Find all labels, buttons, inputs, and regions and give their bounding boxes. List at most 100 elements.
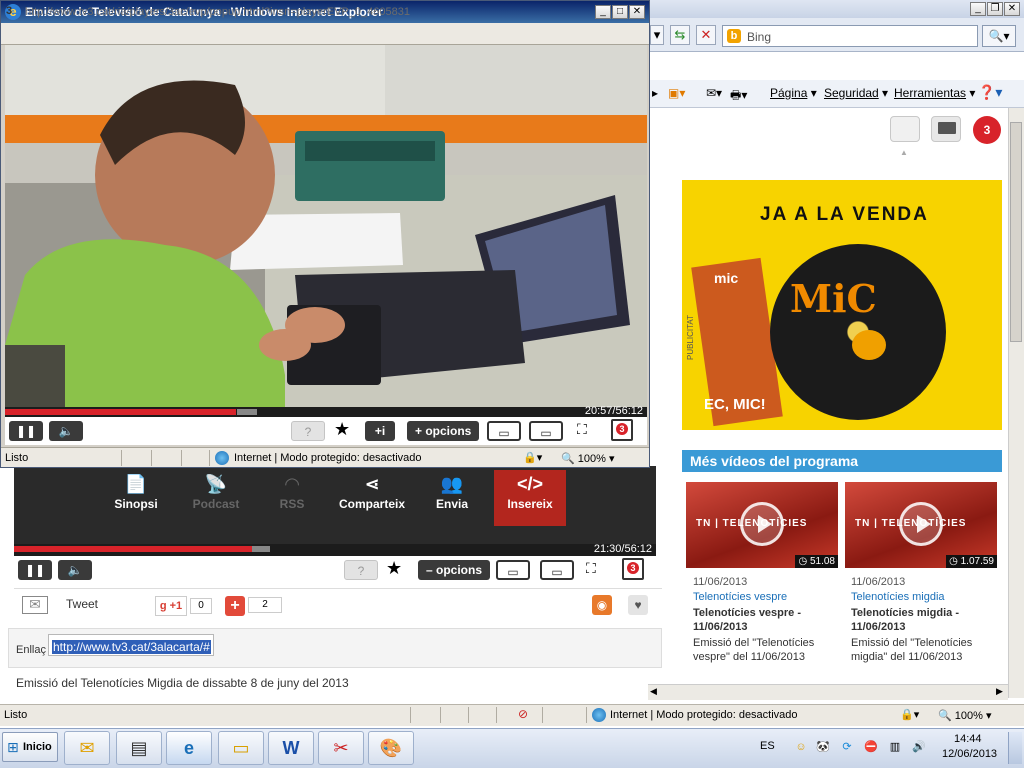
video-frame[interactable] [5, 45, 647, 407]
zoom-control[interactable]: 🔍 100% ▾ [938, 709, 991, 722]
horizontal-scrollbar[interactable] [648, 684, 1008, 700]
comparteix-button[interactable]: ⋖ Comparteix [336, 470, 408, 526]
security-menu[interactable]: Seguridad ▾ [824, 86, 888, 100]
rss-button[interactable]: ◠ RSS [256, 470, 328, 526]
refresh-icon[interactable]: ⇆ [670, 25, 690, 45]
popup-address-bar[interactable] [1, 23, 649, 45]
close-button[interactable]: ✕ [1004, 2, 1020, 16]
popup-help-button[interactable]: ? [291, 421, 325, 441]
rss-icon[interactable]: ◉ [592, 595, 612, 615]
tools-menu[interactable]: Herramientas ▾ [894, 86, 975, 100]
link-value[interactable]: http://www.tv3.cat/3alacarta/# [52, 640, 211, 654]
search-button[interactable]: 🔍▾ [982, 25, 1016, 47]
popup-favorite-icon[interactable]: ★ [334, 419, 350, 440]
scrollbar-thumb[interactable] [1010, 122, 1022, 342]
volume-button[interactable]: 🔈 [58, 560, 92, 580]
scroll-right-icon[interactable]: ▶ [996, 686, 1003, 697]
popup-volume-button[interactable]: 🔈 [49, 421, 83, 441]
pip-button[interactable]: ▭ [496, 560, 530, 580]
wide-button[interactable]: ▭ [540, 560, 574, 580]
popup-pip-button[interactable]: ▭ [487, 421, 521, 441]
taskbar-app-icon[interactable]: ▤ [116, 731, 162, 765]
print-icon[interactable]: 🖶▾ [730, 86, 747, 107]
underlying-progress-bar[interactable]: 21:30/56:12 [14, 543, 656, 556]
language-indicator[interactable]: ES [760, 740, 775, 752]
mail-icon[interactable]: ✉ [22, 596, 48, 614]
popup-pause-button[interactable]: ❚❚ [9, 421, 43, 441]
search-box[interactable]: b Bing [722, 25, 978, 47]
help-icon[interactable]: ❓▾ [978, 84, 1002, 101]
tweet-button[interactable]: Tweet [66, 597, 98, 611]
popup-tv3-button-icon[interactable] [611, 419, 633, 441]
popup-close-button[interactable]: ✕ [629, 5, 645, 19]
restore-button[interactable]: ❐ [987, 2, 1003, 16]
taskbar-explorer-icon[interactable]: ▭ [218, 731, 264, 765]
google-plus-button[interactable]: g +1 [155, 596, 187, 616]
time-display: 21:30/56:12 [593, 543, 652, 555]
progress-fill [5, 409, 237, 415]
video-thumbnail[interactable]: TN | TELENOTÍCIES ◷ 51.08 [686, 482, 838, 568]
taskbar-word-icon[interactable]: W [268, 731, 314, 765]
popup-maximize-button[interactable]: □ [612, 5, 628, 19]
minimize-button[interactable]: _ [970, 2, 986, 16]
video-title-link[interactable]: Telenotícies migdia - 11/06/2013 [851, 606, 981, 634]
video-program-link[interactable]: Telenotícies vespre [693, 591, 787, 603]
heart-icon[interactable]: ♥ [628, 595, 648, 615]
insereix-button[interactable]: </> Insereix [494, 470, 566, 526]
tv3-logo-icon[interactable]: 3 [973, 116, 1001, 144]
plus-share-icon[interactable]: + [225, 596, 245, 616]
popup-wide-button[interactable]: ▭ [529, 421, 563, 441]
tv3-favicon-icon: 3 [6, 5, 13, 17]
scroll-left-icon[interactable]: ◀ [650, 686, 657, 697]
clock-date[interactable]: 12/06/2013 [942, 748, 997, 760]
taskbar-snipping-icon[interactable]: ✂ [318, 731, 364, 765]
popup-opcions-button[interactable]: + opcions [407, 421, 480, 441]
popup-info-button[interactable]: +i [365, 421, 395, 441]
tray-panda-icon[interactable]: 🐼 [814, 738, 832, 756]
opcions-button[interactable]: – opcions [418, 560, 491, 580]
fullscreen-icon[interactable]: ⛶ [586, 560, 596, 577]
tray-sync-icon[interactable]: ⟳ [838, 738, 856, 756]
video-title-link[interactable]: Telenotícies vespre - 11/06/2013 [693, 606, 823, 634]
taskbar-outlook-icon[interactable]: ✉ [64, 731, 110, 765]
play-icon[interactable] [899, 502, 943, 546]
popup-protected-mode-icon[interactable]: 🔒▾ [523, 451, 542, 464]
popup-progress-bar[interactable]: 20:57/56:12 [5, 405, 647, 417]
search-input[interactable]: Bing [747, 30, 771, 44]
popup-blocked-icon[interactable]: ⊘ [518, 707, 528, 721]
podcast-button[interactable]: 📡 Podcast [180, 470, 252, 526]
list-view-icon[interactable] [890, 116, 920, 142]
favorite-icon[interactable]: ★ [386, 558, 402, 579]
address-dropdown-icon[interactable]: ▾ [650, 25, 664, 45]
video-thumbnail[interactable]: TN | TELENOTÍCIES ◷ 1.07.59 [845, 482, 997, 568]
show-desktop-button[interactable] [1008, 732, 1022, 764]
chevron-left-icon[interactable]: ▸ [652, 86, 658, 100]
stop-icon[interactable]: ✕ [696, 25, 716, 45]
page-menu[interactable]: Página ▾ [770, 86, 817, 100]
taskbar-ie-icon[interactable]: e [166, 731, 212, 765]
popup-zoom-control[interactable]: 🔍 100% ▾ [561, 452, 614, 465]
popup-zone-text[interactable]: Internet | Modo protegido: desactivado [234, 452, 422, 464]
tv3-button-icon[interactable] [622, 558, 644, 580]
zone-text[interactable]: Internet | Modo protegido: desactivado [610, 709, 798, 721]
tray-network-icon[interactable]: ▥ [886, 738, 904, 756]
start-button[interactable]: ⊞ Inicio [2, 732, 58, 762]
sinopsi-button[interactable]: 📄 Sinopsi [100, 470, 172, 526]
taskbar-paint-icon[interactable]: 🎨 [368, 731, 414, 765]
tray-smiley-icon[interactable]: ☺ [792, 738, 810, 756]
mail-icon[interactable]: ✉▾ [706, 86, 722, 100]
popup-url[interactable]: http://www.tv3.cat/ria/players/3ac/evp/p… [25, 6, 410, 18]
rss-feed-icon[interactable]: ▣▾ [668, 86, 685, 100]
tray-volume-icon[interactable]: 🔊 [910, 738, 928, 756]
clock-time[interactable]: 14:44 [954, 733, 982, 745]
protected-mode-icon[interactable]: 🔒▾ [900, 708, 919, 721]
help-button[interactable]: ? [344, 560, 378, 580]
popup-minimize-button[interactable]: _ [595, 5, 611, 19]
pause-button[interactable]: ❚❚ [18, 560, 52, 580]
popup-fullscreen-icon[interactable]: ⛶ [577, 421, 587, 438]
screen-view-icon[interactable] [931, 116, 961, 142]
video-program-link[interactable]: Telenotícies migdia [851, 591, 945, 603]
tray-security-icon[interactable]: ⛔ [862, 738, 880, 756]
play-icon[interactable] [740, 502, 784, 546]
envia-button[interactable]: 👥 Envia [416, 470, 488, 526]
